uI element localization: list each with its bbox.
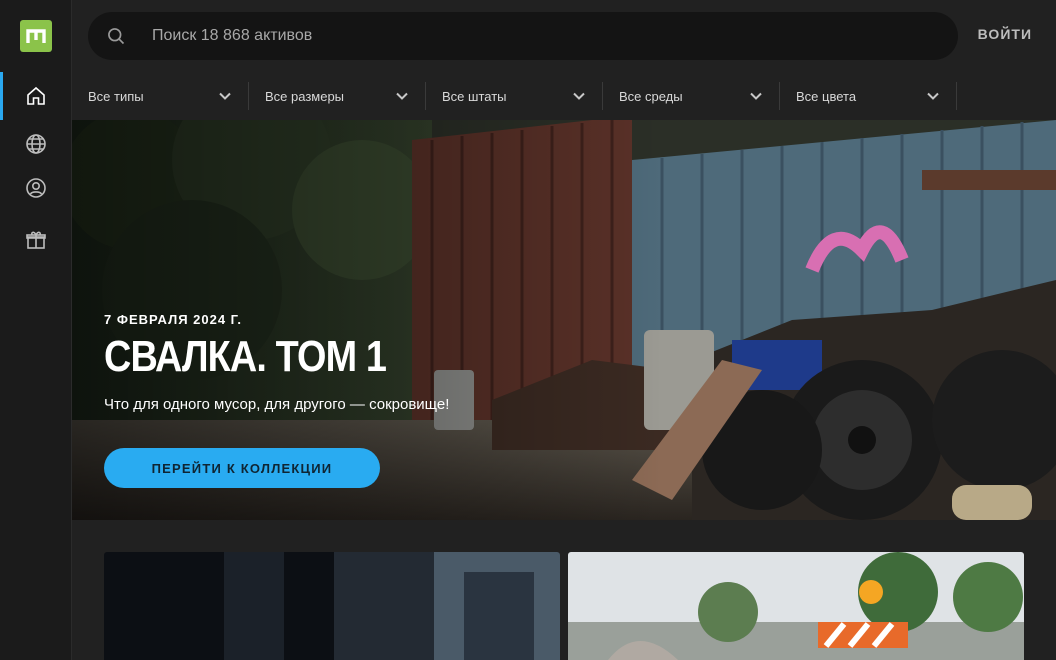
nav-explore[interactable]: [0, 120, 71, 168]
chevron-down-icon: [927, 92, 939, 100]
logo[interactable]: [20, 20, 52, 52]
chevron-down-icon: [750, 92, 762, 100]
login-button[interactable]: ВОЙТИ: [978, 26, 1032, 42]
nav-gift[interactable]: [0, 216, 71, 264]
search-bar[interactable]: [88, 12, 958, 60]
card-image: [104, 552, 560, 660]
go-to-collection-button[interactable]: ПЕРЕЙТИ К КОЛЛЕКЦИИ: [104, 448, 380, 488]
card-image: [568, 552, 1024, 660]
top-bar: ВОЙТИ: [72, 0, 1056, 72]
filter-label: Все среды: [619, 88, 683, 104]
nav-home[interactable]: [0, 72, 71, 120]
chevron-down-icon: [396, 92, 408, 100]
filter-color[interactable]: Все цвета: [780, 82, 957, 110]
sidebar: [0, 0, 72, 660]
hero-subtitle: Что для одного мусор, для другого — сокр…: [104, 396, 450, 413]
filter-size[interactable]: Все размеры: [249, 82, 426, 110]
hero-date: 7 ФЕВРАЛЯ 2024 Г.: [104, 312, 243, 327]
search-icon: [108, 28, 125, 45]
filter-label: Все цвета: [796, 88, 857, 104]
filter-state[interactable]: Все штаты: [426, 82, 603, 110]
filter-label: Все размеры: [265, 88, 345, 104]
globe-icon: [25, 134, 46, 154]
filter-bar: Все типы Все размеры Все штаты Все среды…: [72, 72, 1056, 120]
nav-profile[interactable]: [0, 164, 71, 212]
chevron-down-icon: [573, 92, 585, 100]
hero-title: СВАЛКА. ТОМ 1: [104, 332, 387, 381]
user-circle-icon: [25, 178, 46, 198]
search-input[interactable]: [150, 26, 934, 46]
chevron-down-icon: [219, 92, 231, 100]
gift-icon: [25, 231, 46, 249]
collection-card-road-barrier[interactable]: [568, 552, 1024, 660]
filter-environment[interactable]: Все среды: [603, 82, 780, 110]
m-logo-icon: [26, 29, 46, 43]
filter-label: Все типы: [88, 88, 144, 104]
filter-label: Все штаты: [442, 88, 507, 104]
home-icon: [26, 86, 45, 105]
filter-type[interactable]: Все типы: [72, 82, 249, 110]
hero-banner[interactable]: 7 ФЕВРАЛЯ 2024 Г. СВАЛКА. ТОМ 1 Что для …: [72, 120, 1056, 520]
collection-card-dark-metal[interactable]: [104, 552, 560, 660]
